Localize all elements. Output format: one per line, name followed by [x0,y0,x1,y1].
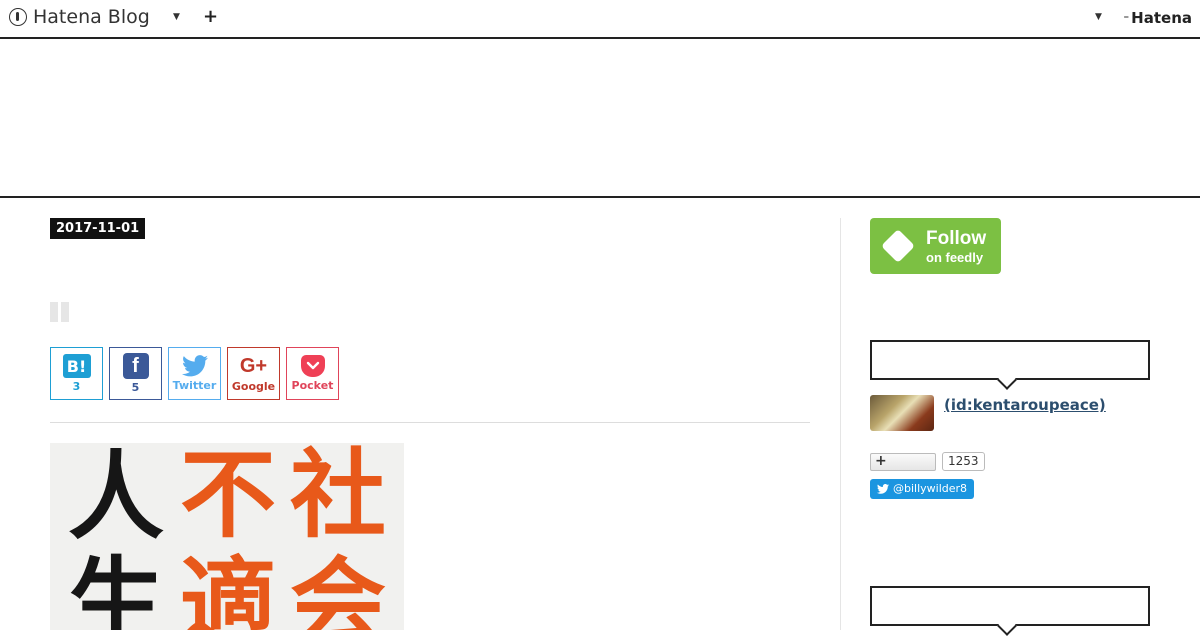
avatar[interactable] [870,395,934,431]
hatena-bookmark-share-button[interactable]: B! 3 [50,347,103,400]
twitter-label: Twitter [172,379,217,392]
facebook-icon: f [122,353,149,379]
column-divider [840,218,841,630]
global-header: Hatena Blog ▼ + ▼ ⁼ Hatena [0,0,1200,39]
hatena-logo-text: Hatena [1131,9,1192,27]
facebook-share-button[interactable]: f 5 [109,347,162,400]
cover-char: 人 [68,443,164,553]
hatena-blog-logo-icon [9,8,27,26]
cover-char: 生 [68,546,164,631]
account-menu-caret-icon[interactable]: ▼ [1095,12,1102,22]
brand-text: Hatena Blog [33,6,150,28]
quote-icon [50,302,70,322]
cover-char: 適 [180,546,276,631]
feedly-main-label: Follow [926,227,987,249]
follow-on-feedly-button[interactable]: Follow on feedly [870,218,1001,274]
google-label: Google [231,379,276,393]
book-cover-image[interactable]: 人 生 不 適 社 会 [50,443,404,630]
feedly-icon [880,228,916,264]
entry-date[interactable]: 2017-11-01 [50,218,146,239]
add-button[interactable]: + [203,6,218,27]
pocket-label: Pocket [291,379,334,392]
twitter-share-button[interactable]: Twitter [168,347,221,400]
sidebar-module-heading [870,340,1150,380]
reader-follow-button[interactable]: + [870,453,936,471]
facebook-count: 5 [131,381,140,394]
share-buttons: B! 3 f 5 Twitter G+ Google Pocket [50,347,339,400]
cover-char: 会 [290,546,386,631]
twitter-handle: @billywilder8 [893,482,968,495]
brand-menu-caret-icon[interactable]: ▼ [173,12,180,22]
twitter-bird-icon [877,484,889,494]
cover-char: 社 [290,443,386,551]
twitter-bird-icon [181,355,208,377]
pocket-icon [300,355,325,377]
google-share-button[interactable]: G+ Google [227,347,280,400]
sidebar-module-heading [870,586,1150,626]
brand-link[interactable]: Hatena Blog [9,6,150,28]
share-divider [50,422,810,423]
hatena-bookmark-icon: B! [62,354,91,378]
hatena-bookmark-count: 3 [72,380,81,393]
cover-char: 不 [180,443,276,551]
hatena-mark-icon: ⁼ [1123,11,1129,25]
ad-banner-area [0,39,1200,198]
pocket-share-button[interactable]: Pocket [286,347,339,400]
hatena-logo[interactable]: ⁼ Hatena [1123,9,1192,27]
twitter-follow-button[interactable]: @billywilder8 [870,479,975,499]
profile-id-link[interactable]: (id:kentaroupeace) [944,396,1106,414]
google-plus-icon: G+ [239,354,268,377]
reader-count: 1253 [942,452,985,471]
feedly-sub-label: on feedly [926,249,984,265]
